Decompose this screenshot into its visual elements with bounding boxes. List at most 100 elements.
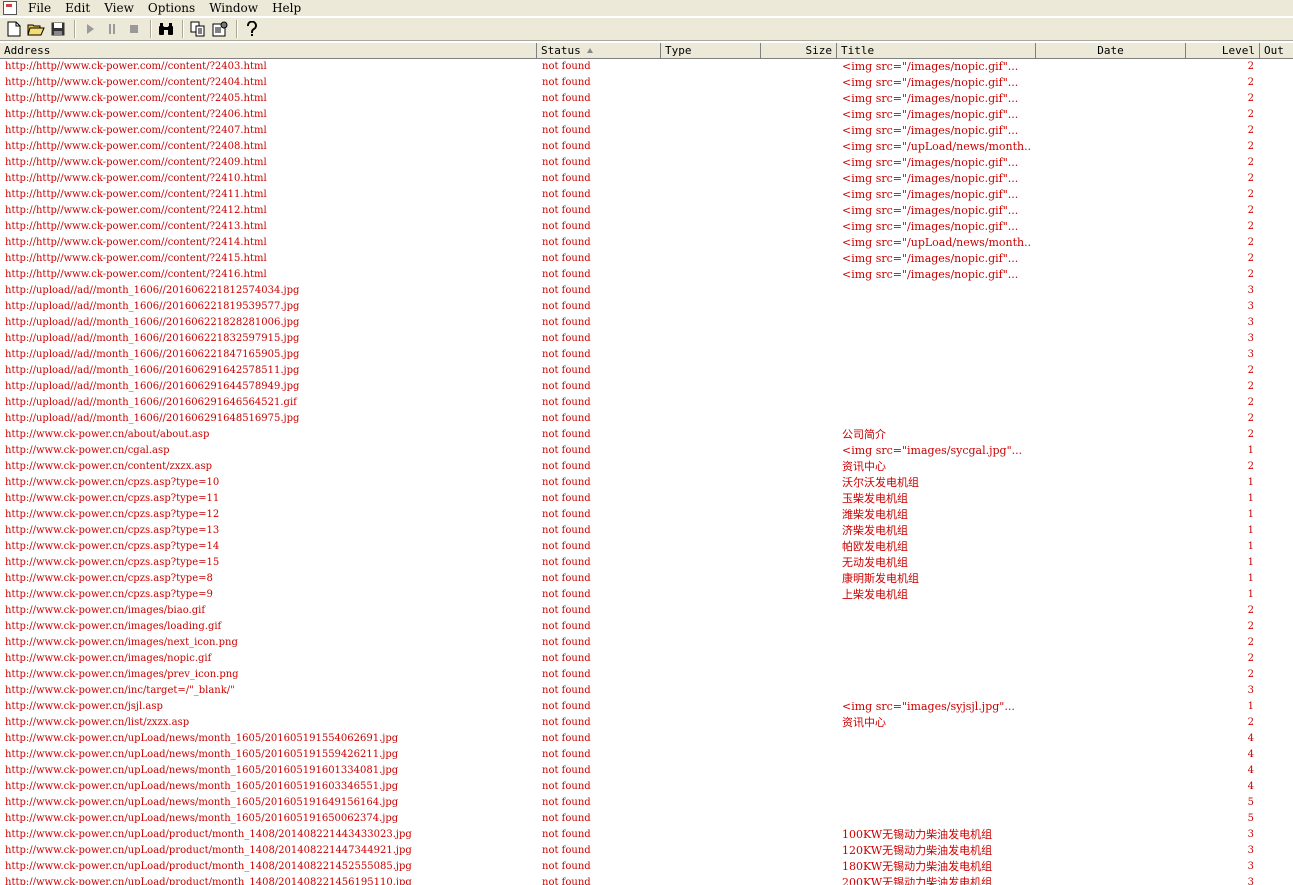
binoculars-icon[interactable]	[156, 19, 176, 39]
table-row[interactable]: http://upload//ad//month_1606//201606291…	[0, 379, 1293, 395]
table-row[interactable]: http://http//www.ck-power.com//content/?…	[0, 155, 1293, 171]
play-icon[interactable]	[80, 19, 100, 39]
cell-title: <img src="images/sycgal.jpg"...	[842, 444, 1023, 457]
cell-title: 玉柴发电机组	[842, 492, 908, 505]
column-header-title[interactable]: Title	[837, 43, 1036, 58]
open-folder-icon[interactable]	[26, 19, 46, 39]
stop-icon[interactable]	[124, 19, 144, 39]
table-row[interactable]: http://upload//ad//month_1606//201606221…	[0, 299, 1293, 315]
table-row[interactable]: http://www.ck-power.cn/upLoad/product/mo…	[0, 875, 1293, 885]
cell-level: 2	[1247, 237, 1254, 248]
table-row[interactable]: http://www.ck-power.cn/cpzs.asp?type=14 n…	[0, 539, 1293, 555]
table-row[interactable]: http://upload//ad//month_1606//201606291…	[0, 395, 1293, 411]
column-header-level[interactable]: Level	[1186, 43, 1260, 58]
table-row[interactable]: http://www.ck-power.cn/cpzs.asp?type=11 n…	[0, 491, 1293, 507]
cell-level: 1	[1247, 477, 1254, 488]
menu-window[interactable]: Window	[202, 0, 265, 16]
table-row[interactable]: http://http//www.ck-power.com//content/?…	[0, 251, 1293, 267]
table-row[interactable]: http://www.ck-power.cn/cpzs.asp?type=12 n…	[0, 507, 1293, 523]
table-row[interactable]: http://www.ck-power.cn/images/next_icon.…	[0, 635, 1293, 651]
table-row[interactable]: http://http//www.ck-power.com//content/?…	[0, 107, 1293, 123]
table-row[interactable]: http://www.ck-power.cn/upLoad/news/month…	[0, 747, 1293, 763]
table-row[interactable]: http://www.ck-power.cn/cpzs.asp?type=10 n…	[0, 475, 1293, 491]
cell-type	[666, 379, 756, 395]
table-row[interactable]: http://http//www.ck-power.com//content/?…	[0, 139, 1293, 155]
table-row[interactable]: http://http//www.ck-power.com//content/?…	[0, 267, 1293, 283]
column-header-date[interactable]: Date	[1036, 43, 1186, 58]
cell-out	[1268, 603, 1293, 619]
table-row[interactable]: http://www.ck-power.cn/images/biao.gif no…	[0, 603, 1293, 619]
column-header-address[interactable]: Address	[0, 43, 537, 58]
table-row[interactable]: http://upload//ad//month_1606//201606291…	[0, 411, 1293, 427]
table-row[interactable]: http://www.ck-power.cn/list/zxzx.asp not …	[0, 715, 1293, 731]
cell-date	[1040, 91, 1180, 107]
column-header-size[interactable]: Size	[761, 43, 837, 58]
menu-file[interactable]: File	[21, 0, 58, 16]
table-row[interactable]: http://www.ck-power.cn/upLoad/news/month…	[0, 763, 1293, 779]
table-row[interactable]: http://www.ck-power.cn/upLoad/news/month…	[0, 811, 1293, 827]
cell-size	[764, 603, 830, 619]
cell-date	[1040, 475, 1180, 491]
table-row[interactable]: http://upload//ad//month_1606//201606221…	[0, 347, 1293, 363]
table-row[interactable]: http://upload//ad//month_1606//201606221…	[0, 283, 1293, 299]
cell-address: http://www.ck-power.cn/cpzs.asp?type=13	[5, 525, 220, 536]
cell-title: <img src="/upLoad/news/month...	[842, 140, 1032, 153]
table-row[interactable]: http://www.ck-power.cn/cpzs.asp?type=8 no…	[0, 571, 1293, 587]
cell-size	[764, 507, 830, 523]
table-row[interactable]: http://http//www.ck-power.com//content/?…	[0, 219, 1293, 235]
table-row[interactable]: http://www.ck-power.cn/upLoad/news/month…	[0, 795, 1293, 811]
table-row[interactable]: http://www.ck-power.cn/upLoad/product/mo…	[0, 843, 1293, 859]
table-row[interactable]: http://www.ck-power.cn/content/zxzx.asp n…	[0, 459, 1293, 475]
cell-level: 3	[1247, 877, 1254, 885]
cell-date	[1040, 875, 1180, 885]
table-row[interactable]: http://www.ck-power.cn/jsjl.asp not found…	[0, 699, 1293, 715]
menu-options[interactable]: Options	[141, 0, 202, 16]
copy-icon[interactable]	[188, 19, 208, 39]
table-row[interactable]: http://http//www.ck-power.com//content/?…	[0, 123, 1293, 139]
table-row[interactable]: http://www.ck-power.cn/upLoad/product/mo…	[0, 827, 1293, 843]
properties-icon[interactable]	[210, 19, 230, 39]
table-row[interactable]: http://www.ck-power.cn/about/about.asp no…	[0, 427, 1293, 443]
table-row[interactable]: http://www.ck-power.cn/images/prev_icon.…	[0, 667, 1293, 683]
column-header-status[interactable]: Status	[537, 43, 661, 58]
table-row[interactable]: http://http//www.ck-power.com//content/?…	[0, 187, 1293, 203]
table-row[interactable]: http://upload//ad//month_1606//201606221…	[0, 315, 1293, 331]
table-row[interactable]: http://http//www.ck-power.com//content/?…	[0, 91, 1293, 107]
table-row[interactable]: http://http//www.ck-power.com//content/?…	[0, 75, 1293, 91]
cell-title: 沃尔沃发电机组	[842, 476, 919, 489]
toolbar	[0, 17, 1293, 41]
table-row[interactable]: http://www.ck-power.cn/inc/target=/"_bla…	[0, 683, 1293, 699]
table-row[interactable]: http://www.ck-power.cn/upLoad/news/month…	[0, 779, 1293, 795]
table-row[interactable]: http://http//www.ck-power.com//content/?…	[0, 235, 1293, 251]
cell-size	[764, 363, 830, 379]
menu-help[interactable]: Help	[265, 0, 308, 16]
table-row[interactable]: http://upload//ad//month_1606//201606221…	[0, 331, 1293, 347]
table-row[interactable]: http://upload//ad//month_1606//201606291…	[0, 363, 1293, 379]
table-row[interactable]: http://www.ck-power.cn/images/loading.gi…	[0, 619, 1293, 635]
cell-address: http://www.ck-power.cn/upLoad/product/mo…	[5, 877, 412, 885]
save-icon[interactable]	[48, 19, 68, 39]
cell-date	[1040, 683, 1180, 699]
column-header-out[interactable]: Out	[1260, 43, 1293, 58]
table-row[interactable]: http://www.ck-power.cn/upLoad/news/month…	[0, 731, 1293, 747]
pause-icon[interactable]	[102, 19, 122, 39]
cell-out	[1268, 139, 1293, 155]
table-row[interactable]: http://www.ck-power.cn/images/nopic.gif n…	[0, 651, 1293, 667]
cell-address: http://http//www.ck-power.com//content/?…	[5, 269, 267, 280]
help-icon[interactable]	[242, 19, 262, 39]
column-header-type[interactable]: Type	[661, 43, 761, 58]
table-row[interactable]: http://http//www.ck-power.com//content/?…	[0, 171, 1293, 187]
table-row[interactable]: http://www.ck-power.cn/cpzs.asp?type=15 n…	[0, 555, 1293, 571]
table-row[interactable]: http://www.ck-power.cn/cgal.asp not found…	[0, 443, 1293, 459]
table-row[interactable]: http://http//www.ck-power.com//content/?…	[0, 203, 1293, 219]
menu-edit[interactable]: Edit	[58, 0, 97, 16]
table-row[interactable]: http://www.ck-power.cn/upLoad/product/mo…	[0, 859, 1293, 875]
menu-view[interactable]: View	[97, 0, 141, 16]
table-row[interactable]: http://www.ck-power.cn/cpzs.asp?type=13 n…	[0, 523, 1293, 539]
app-icon[interactable]	[3, 1, 17, 15]
table-row[interactable]: http://www.ck-power.cn/cpzs.asp?type=9 no…	[0, 587, 1293, 603]
new-file-icon[interactable]	[4, 19, 24, 39]
cell-type	[666, 427, 756, 443]
cell-title: 潍柴发电机组	[842, 508, 908, 521]
table-row[interactable]: http://http//www.ck-power.com//content/?…	[0, 59, 1293, 75]
